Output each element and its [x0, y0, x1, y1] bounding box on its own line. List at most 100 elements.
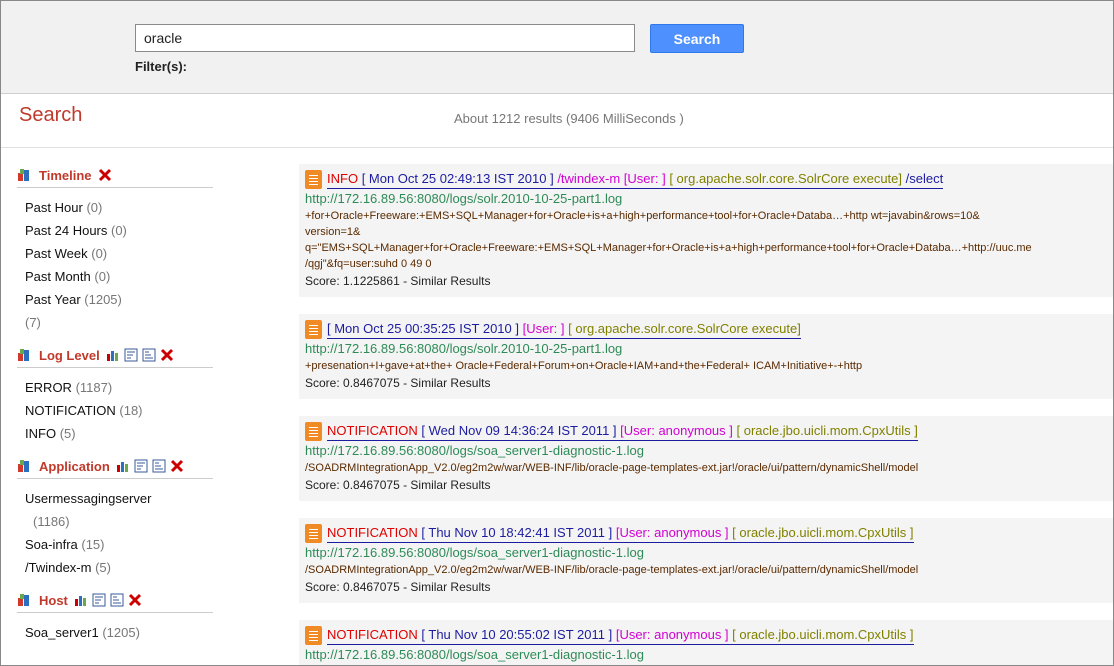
result-url[interactable]: http://172.16.89.56:8080/logs/soa_server… [305, 441, 1107, 460]
result-snippet: q="EMS+SQL+Manager+for+Oracle+Freeware:+… [305, 242, 1032, 254]
result-item: [ Mon Oct 25 00:35:25 IST 2010 ] [User: … [299, 314, 1113, 399]
sort-icon[interactable] [124, 348, 138, 362]
facet-item-count: (18) [119, 403, 143, 418]
document-icon [305, 626, 322, 645]
result-header[interactable]: NOTIFICATION [ Thu Nov 10 20:55:02 IST 2… [305, 626, 1107, 645]
sort-desc-icon[interactable] [152, 459, 166, 473]
facet-item[interactable]: Past Hour (0) [25, 196, 213, 219]
sort-desc-icon[interactable] [110, 593, 124, 607]
similar-results-link[interactable]: Similar Results [410, 376, 490, 390]
similar-results-link[interactable]: Similar Results [410, 580, 490, 594]
score-value: Score: 0.8467075 [305, 376, 400, 390]
document-icon [305, 524, 322, 543]
result-url[interactable]: http://172.16.89.56:8080/logs/solr.2010-… [305, 339, 1107, 358]
facet-sidebar: Timeline Past Hour (0) Past 24 Hours (0) Pa… [17, 164, 213, 654]
user: [User: anonymous ] [620, 423, 733, 438]
chart-icon[interactable] [74, 593, 88, 607]
facet-item-count: (1205) [84, 292, 122, 307]
facet-group: Timeline Past Hour (0) Past 24 Hours (0) Pa… [17, 164, 213, 334]
facet-item[interactable]: (7) [25, 311, 213, 334]
facet-item-count: (7) [25, 315, 41, 330]
similar-results-link[interactable]: Similar Results [410, 478, 490, 492]
facet-item-count: (15) [81, 537, 105, 552]
result-snippet: +presenation+I+gave+at+the+ Oracle+Feder… [305, 360, 863, 372]
score-value: Score: 0.8467075 [305, 580, 400, 594]
search-header: Search Filter(s): [1, 1, 1113, 94]
result-snippet: /SOADRMIntegrationApp_V2.0/eg2m2w/war/WE… [305, 462, 919, 474]
divider [1, 147, 1113, 148]
facet-item-label: Past Week [25, 246, 88, 261]
facet-item-label: NOTIFICATION [25, 403, 116, 418]
facet-title: Application [39, 458, 110, 474]
user: [User: anonymous ] [615, 525, 729, 540]
facet-item-count: (1186) [33, 514, 70, 529]
facet-item-label: Past Month [25, 269, 91, 284]
result-snippet: +for+Oracle+Freeware:+EMS+SQL+Manager+fo… [305, 210, 980, 222]
remove-icon[interactable] [128, 593, 142, 607]
facet-item[interactable]: Usermessagingserver (1186) [25, 487, 213, 533]
remove-icon[interactable] [98, 168, 112, 182]
sort-desc-icon[interactable] [142, 348, 156, 362]
facet-item-count: (1205) [102, 625, 140, 640]
facet-item[interactable]: Past Month (0) [25, 265, 213, 288]
facet-item-label: ERROR [25, 380, 72, 395]
log-level: INFO [327, 171, 359, 186]
facet-item[interactable]: /Twindex-m (5) [25, 556, 213, 579]
facet-item[interactable]: Soa-infra (15) [25, 533, 213, 556]
facet-item[interactable]: INFO (5) [25, 422, 213, 445]
facet-item[interactable]: Past Year (1205) [25, 288, 213, 311]
result-title[interactable]: NOTIFICATION [ Thu Nov 10 18:42:41 IST 2… [327, 524, 914, 543]
chart-icon[interactable] [106, 348, 120, 362]
facet-item[interactable]: ERROR (1187) [25, 376, 213, 399]
facet-item-count: (5) [59, 426, 76, 441]
facet-item[interactable]: Past Week (0) [25, 242, 213, 265]
result-url[interactable]: http://172.16.89.56:8080/logs/soa_server… [305, 645, 1107, 664]
facet-icon [17, 348, 31, 362]
score-value: Score: 1.1225861 [305, 274, 400, 288]
result-header[interactable]: [ Mon Oct 25 00:35:25 IST 2010 ] [User: … [305, 320, 1107, 339]
result-title[interactable]: [ Mon Oct 25 00:35:25 IST 2010 ] [User: … [327, 320, 801, 339]
result-title[interactable]: INFO [ Mon Oct 25 02:49:13 IST 2010 ] /t… [327, 170, 944, 189]
result-header[interactable]: NOTIFICATION [ Thu Nov 10 18:42:41 IST 2… [305, 524, 1107, 543]
timestamp: [ Wed Nov 09 14:36:24 IST 2011 ] [421, 423, 617, 438]
facet-item[interactable]: Soa_server1 (1205) [25, 621, 213, 644]
result-snippet: version=1& [305, 226, 361, 238]
timestamp: [ Thu Nov 10 18:42:41 IST 2011 ] [421, 525, 613, 540]
result-header[interactable]: INFO [ Mon Oct 25 02:49:13 IST 2010 ] /t… [305, 170, 1107, 189]
search-input[interactable] [135, 24, 635, 52]
facet-header: Log Level [17, 344, 213, 368]
facet-title: Host [39, 592, 68, 608]
result-score: Score: 0.8467075 - Similar Results [305, 580, 491, 594]
remove-icon[interactable] [170, 459, 184, 473]
facet-item[interactable]: NOTIFICATION (18) [25, 399, 213, 422]
chart-icon[interactable] [116, 459, 130, 473]
result-title[interactable]: NOTIFICATION [ Wed Nov 09 14:36:24 IST 2… [327, 422, 918, 441]
result-header[interactable]: NOTIFICATION [ Wed Nov 09 14:36:24 IST 2… [305, 422, 1107, 441]
facet-group: Host Soa_server1 (1205) [17, 589, 213, 644]
facet-title: Timeline [39, 167, 92, 183]
user: [User: anonymous ] [615, 627, 729, 642]
result-score: Score: 0.8467075 - Similar Results [305, 376, 491, 390]
result-title[interactable]: NOTIFICATION [ Thu Nov 10 20:55:02 IST 2… [327, 626, 914, 645]
sort-icon[interactable] [92, 593, 106, 607]
facet-item[interactable]: Past 24 Hours (0) [25, 219, 213, 242]
result-url[interactable]: http://172.16.89.56:8080/logs/solr.2010-… [305, 189, 1107, 208]
similar-results-link[interactable]: Similar Results [410, 274, 490, 288]
facet-icon [17, 459, 31, 473]
facet-item-count: (0) [91, 246, 108, 261]
user: [User: ] [522, 321, 565, 336]
search-button[interactable]: Search [650, 24, 744, 53]
filters-label: Filter(s): [135, 59, 187, 74]
remove-icon[interactable] [160, 348, 174, 362]
component: /twindex-m [557, 171, 621, 186]
sort-icon[interactable] [134, 459, 148, 473]
document-icon [305, 422, 322, 441]
result-url[interactable]: http://172.16.89.56:8080/logs/soa_server… [305, 543, 1107, 562]
request-path: /select [905, 171, 944, 186]
facet-items: ERROR (1187) NOTIFICATION (18) INFO (5) [17, 368, 213, 445]
log-level: NOTIFICATION [327, 423, 418, 438]
facet-item-count: (0) [94, 269, 111, 284]
result-item: NOTIFICATION [ Thu Nov 10 18:42:41 IST 2… [299, 518, 1113, 603]
page-title: Search [19, 104, 83, 126]
logger-class: [ oracle.jbo.uicli.mom.CpxUtils ] [736, 423, 918, 438]
